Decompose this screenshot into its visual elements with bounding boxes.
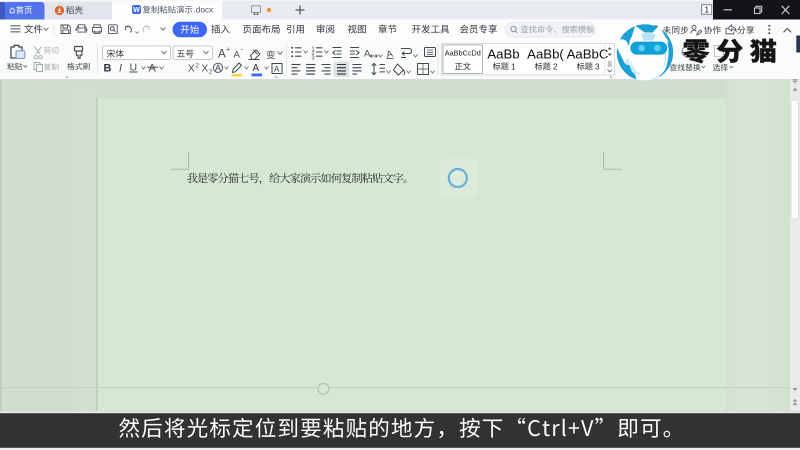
svg-text:2: 2	[209, 69, 213, 76]
svg-text:3: 3	[312, 56, 315, 62]
svg-text:W: W	[133, 5, 140, 14]
svg-text:1: 1	[704, 4, 709, 14]
svg-text:X: X	[202, 64, 209, 75]
svg-text:A: A	[218, 49, 226, 61]
svg-text:A: A	[274, 65, 280, 74]
svg-text:A: A	[234, 50, 241, 61]
svg-text:I: I	[119, 63, 122, 75]
svg-text:AaBb: AaBb	[487, 47, 519, 62]
svg-text:+: +	[226, 47, 230, 54]
svg-text:2: 2	[553, 62, 558, 71]
svg-text:AaBb(: AaBb(	[527, 47, 564, 62]
svg-text:AaBbC: AaBbC	[567, 47, 609, 62]
svg-text:A: A	[364, 49, 371, 60]
svg-text:3: 3	[595, 62, 600, 71]
svg-text:AaBbCcDd: AaBbCcDd	[445, 49, 481, 58]
svg-text:2: 2	[195, 63, 199, 70]
svg-text:A: A	[149, 63, 157, 75]
svg-text:B: B	[104, 63, 112, 75]
svg-text:.docx: .docx	[194, 6, 214, 15]
svg-text:1: 1	[511, 62, 516, 71]
svg-text:A: A	[253, 63, 260, 74]
svg-text:X: X	[188, 64, 195, 75]
